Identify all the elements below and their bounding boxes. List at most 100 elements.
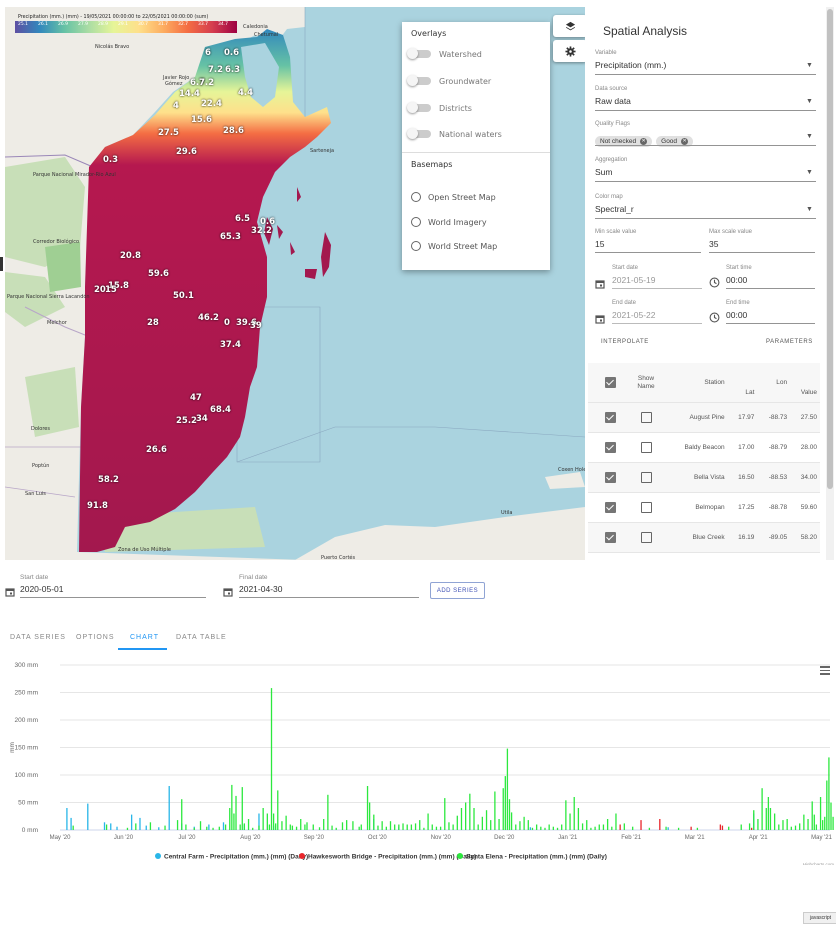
station-value-label[interactable]: 4: [173, 101, 179, 111]
show-name-checkbox[interactable]: [626, 432, 666, 463]
overlay-watershed-toggle[interactable]: Watershed: [407, 46, 482, 62]
chart-bar[interactable]: [548, 824, 550, 831]
radio-icon[interactable]: [411, 241, 421, 251]
chart-bar[interactable]: [594, 826, 596, 830]
chart-bar[interactable]: [327, 794, 329, 830]
chart-bar[interactable]: [258, 825, 260, 830]
station-value-label[interactable]: 0.3: [103, 155, 118, 165]
chart-bar[interactable]: [811, 801, 813, 830]
chart-bar[interactable]: [266, 813, 268, 831]
chart-bar[interactable]: [623, 823, 625, 830]
chart-bar[interactable]: [648, 827, 651, 830]
chart-bar[interactable]: [460, 808, 463, 830]
col-lon[interactable]: Lon: [757, 363, 791, 403]
chart-bar[interactable]: [773, 813, 776, 831]
station-value-label[interactable]: 6.3: [225, 65, 240, 75]
chart-bar[interactable]: [444, 798, 446, 830]
calendar-icon[interactable]: [5, 584, 15, 602]
color-map-select[interactable]: Spectral_r: [595, 204, 634, 214]
chart-bar[interactable]: [377, 825, 379, 830]
chart-bar[interactable]: [822, 820, 824, 830]
variable-select[interactable]: Precipitation (mm.): [595, 60, 666, 70]
station-value-label[interactable]: 65.3: [220, 232, 241, 242]
start-date-input[interactable]: 2021-05-19: [612, 275, 655, 285]
checkbox-icon[interactable]: [605, 377, 616, 388]
overlay-national-waters-toggle[interactable]: National waters: [407, 126, 502, 142]
chart-bar[interactable]: [790, 826, 792, 830]
toggle-switch[interactable]: [407, 102, 431, 113]
chart-bar[interactable]: [66, 808, 68, 830]
chart-bar[interactable]: [235, 795, 237, 830]
overlay-groundwater-toggle[interactable]: Groundwater: [407, 73, 491, 89]
select-all-checkbox[interactable]: [588, 363, 626, 403]
chart-bar[interactable]: [508, 799, 511, 830]
chart-bar[interactable]: [335, 827, 337, 830]
chart-bar[interactable]: [158, 827, 160, 830]
chart-bar[interactable]: [761, 788, 763, 830]
checkbox-icon[interactable]: [640, 502, 652, 513]
chart-bar[interactable]: [431, 824, 433, 831]
chart-bar[interactable]: [561, 824, 563, 831]
col-station[interactable]: Station: [666, 363, 728, 403]
chart-bar[interactable]: [494, 791, 496, 831]
chart-bar[interactable]: [510, 812, 513, 830]
chart-bar[interactable]: [262, 808, 264, 830]
station-value-label[interactable]: 25.2: [176, 416, 197, 426]
chart-bar[interactable]: [149, 822, 152, 830]
chart-bar[interactable]: [485, 810, 488, 830]
layers-button[interactable]: [553, 15, 585, 37]
chart-bar[interactable]: [398, 824, 400, 831]
chart-bar[interactable]: [690, 826, 692, 830]
station-value-label[interactable]: 27.5: [158, 128, 179, 138]
chart-bar[interactable]: [813, 814, 815, 830]
chart-bar[interactable]: [130, 814, 133, 830]
chart-bar[interactable]: [304, 824, 306, 831]
station-value-label[interactable]: 7.2: [199, 78, 214, 88]
chart-bar[interactable]: [799, 823, 801, 830]
chart-bar[interactable]: [696, 827, 699, 830]
chart-bar[interactable]: [233, 813, 235, 831]
tab-data-series[interactable]: DATA SERIES: [10, 634, 66, 641]
chart-bar[interactable]: [241, 787, 243, 830]
chart-bar[interactable]: [830, 802, 832, 831]
parameters-button[interactable]: PARAMETERS: [766, 339, 813, 345]
station-value-label[interactable]: 46.2: [198, 313, 219, 323]
checkbox-icon[interactable]: [605, 502, 616, 513]
chart-bar[interactable]: [619, 824, 621, 831]
table-row[interactable]: August Pine 17.97 -88.73 27.50: [588, 402, 820, 433]
add-series-button[interactable]: ADD SERIES: [430, 582, 485, 599]
station-value-label[interactable]: 0: [224, 318, 230, 328]
chart-bar[interactable]: [544, 827, 546, 830]
chart-bar[interactable]: [239, 824, 241, 831]
chart-bar[interactable]: [352, 821, 354, 830]
chart-bar[interactable]: [740, 824, 742, 831]
checkbox-icon[interactable]: [605, 442, 616, 453]
chart-menu-button[interactable]: [820, 666, 830, 677]
chart-bar[interactable]: [360, 824, 362, 831]
chart-bar[interactable]: [295, 826, 298, 830]
chart-bar[interactable]: [185, 824, 187, 831]
chart-bar[interactable]: [414, 823, 417, 830]
radio-icon[interactable]: [411, 217, 421, 227]
station-value-label[interactable]: 6: [205, 48, 211, 58]
chart-bar[interactable]: [748, 823, 751, 830]
chevron-down-icon[interactable]: ▼: [806, 98, 813, 105]
checkbox-icon[interactable]: [640, 442, 652, 453]
chart-bar[interactable]: [523, 816, 525, 830]
close-icon[interactable]: ✕: [681, 138, 689, 145]
basemap-street-radio[interactable]: World Street Map: [411, 238, 497, 254]
station-value-label[interactable]: 28: [147, 318, 159, 328]
panel-scrollbar[interactable]: [826, 7, 834, 560]
chart-bar[interactable]: [590, 827, 592, 830]
col-value[interactable]: Value: [790, 363, 820, 403]
station-value-label[interactable]: 58.2: [98, 475, 119, 485]
settings-button[interactable]: [553, 40, 585, 62]
chart-bar[interactable]: [477, 824, 479, 831]
show-name-checkbox[interactable]: [626, 402, 666, 433]
chart-bar[interactable]: [270, 688, 273, 830]
chart-bar[interactable]: [419, 820, 421, 830]
legend-item[interactable]: Hawkesworth Bridge - Precipitation (mm.)…: [308, 854, 476, 861]
checkbox-icon[interactable]: [640, 472, 652, 483]
chart-bar[interactable]: [110, 823, 112, 830]
scrollbar-thumb[interactable]: [827, 9, 833, 489]
